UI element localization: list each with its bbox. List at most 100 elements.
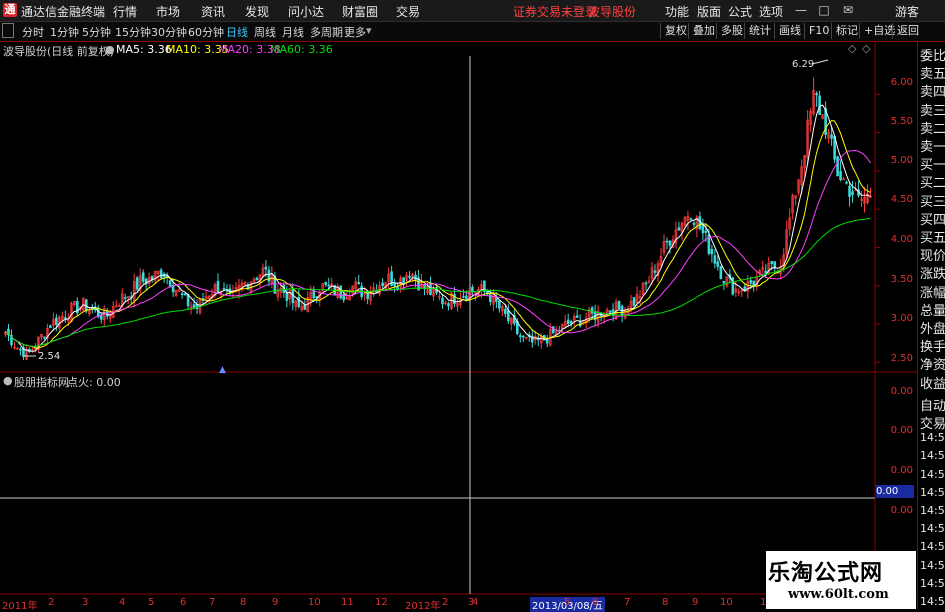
side-panel-label: 买三 [920,194,945,210]
candle-body [566,319,570,324]
candle-body [713,255,717,264]
side-panel-label: 14:56 [920,558,945,572]
side-panel-label: 总量 [920,303,945,319]
quote-side-panel: 委比 卖五 卖四 卖三 卖二 卖一 买一 买二 买三 买四 买五 现价 涨跌 涨幅 总量 外盘 换手 净资 收益 自动… [917,41,945,609]
date-axis-label: 10 [720,597,733,608]
candle-body [836,156,839,177]
candle-body [830,134,833,139]
candle-body [183,293,187,295]
candle-body [55,317,58,326]
candle-body [462,296,465,298]
candle-body [49,325,52,329]
side-panel-label: 委比 [920,49,945,64]
side-panel-label: 自动 [920,398,945,414]
side-panel-label: 卖二 [920,121,945,137]
candle-body [141,272,145,282]
y-tick-label: 3.00 [890,313,913,324]
date-axis-label: 2012年 [405,601,441,612]
candle-body [180,293,184,295]
candle-body [653,270,657,273]
candle-body [150,275,154,280]
date-axis-label: 7 [624,597,631,608]
candle-body [818,95,821,115]
candle-body [719,266,723,279]
candle-body [255,277,259,281]
crosshair-value-badge: 0.00 [876,485,914,498]
date-axis-label: 3 [82,597,89,608]
candle-body [507,310,510,322]
side-panel-label: 外盘 [920,322,945,337]
candle-body [498,300,501,309]
candle-body [752,280,756,286]
side-panel-label: 卖三 [920,103,945,119]
candle-body [303,304,307,310]
date-axis-label: 12 [375,597,388,608]
indicator-y-tick: 0.00 [890,386,913,397]
candle-body [192,304,196,308]
date-axis-label: 10 [308,597,321,608]
candle-body [19,348,22,351]
date-axis-label: 11 [341,597,354,608]
date-axis-label: 8 [240,597,247,608]
candle-body [327,284,331,287]
y-tick-label: 5.50 [890,116,913,127]
candle-body [43,336,46,339]
candle-body [264,266,268,270]
y-tick-label: 5.00 [890,155,913,166]
ma10-line [5,120,871,349]
candle-body [297,296,301,307]
candle-body [848,185,851,197]
side-panel-label: 14:56 [920,522,945,536]
candle-body [504,308,507,315]
y-tick-label: 6.00 [890,77,913,88]
date-axis-label: 6 [592,597,599,608]
candle-body [64,317,67,319]
low-price-label: 2.54 [38,351,61,362]
side-panel-label: 买二 [920,176,945,192]
candle-body [839,171,842,181]
ma20-line [5,149,871,347]
candle-body [441,297,444,305]
candle-body [770,261,774,264]
side-panel-label: 现价 [920,249,945,265]
candle-body [677,227,681,231]
candle-body [159,269,163,279]
candle-body [590,307,594,314]
candle-body [716,261,720,267]
date-axis-label: 7 [209,597,216,608]
side-panel-label: 14:56 [920,467,945,481]
candle-body [569,321,573,324]
date-axis-label: 8 [662,597,669,608]
candle-body [632,297,636,306]
side-panel-label: 净资 [920,358,945,374]
ma5-line [5,104,871,352]
candle-body [710,248,714,255]
date-axis-label: 9 [692,597,699,608]
candle-body [689,218,693,220]
candle-body [644,282,648,285]
candle-body [704,230,708,233]
candle-body [324,282,328,285]
event-marker-icon[interactable]: ▲ [219,365,226,375]
watermark-title: 乐淘公式网 [768,560,884,586]
kline-chart[interactable]: ▲ [0,0,945,609]
candle-body [447,303,450,307]
y-tick-label: 4.00 [890,234,913,245]
candle-body [617,300,621,309]
date-axis-label: 2 [442,597,449,608]
candle-body [545,339,549,344]
watermark-url: www.60lt.com [788,587,889,602]
side-panel-label: 涨幅 [920,285,945,301]
candle-body [692,222,696,225]
side-panel-label: 14:56 [920,431,945,445]
candle-body [135,277,139,290]
indicator-y-tick: 0.00 [890,425,913,436]
candle-body [381,282,384,287]
side-panel-label: 卖四 [920,85,945,101]
side-panel-label: 买五 [920,231,945,246]
side-panel-label: 买四 [920,212,945,228]
candle-body [408,275,411,278]
date-axis-label: 2 [48,597,55,608]
side-panel-label: 买一 [920,158,945,174]
candle-body [357,282,360,284]
